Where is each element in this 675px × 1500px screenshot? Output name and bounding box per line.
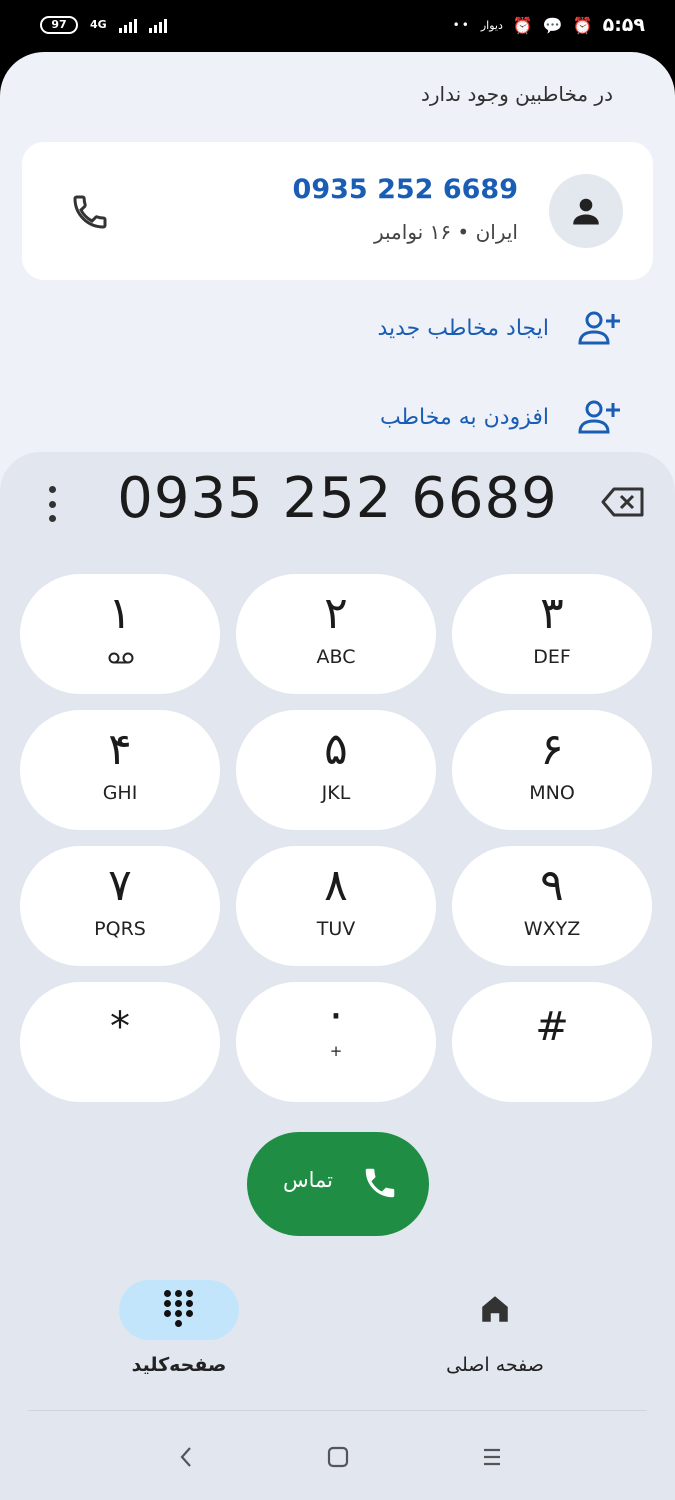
key-hash[interactable]: # <box>452 982 652 1102</box>
status-bar: 97 4G •• دیوار ⏰ 💬 ⏰ ۵:۵۹ <box>0 0 675 52</box>
key-digit: ۳ <box>540 588 564 639</box>
key-digit: ۱ <box>108 588 132 639</box>
person-icon <box>573 198 599 225</box>
call-button[interactable]: تماس <box>247 1132 429 1236</box>
keypad-icon <box>164 1290 194 1330</box>
key-5[interactable]: ۵ JKL <box>236 710 436 830</box>
signal-icon <box>118 17 137 33</box>
app-notification-label: دیوار <box>480 18 503 32</box>
number-result-card[interactable]: 0935 252 6689 ایران • ۱۶ نوامبر <box>22 142 653 280</box>
key-letters: TUV <box>316 918 356 940</box>
phone-icon[interactable] <box>70 192 110 232</box>
home-tab-pill <box>435 1280 555 1340</box>
call-label: تماس <box>282 1168 333 1192</box>
key-8[interactable]: ۸ TUV <box>236 846 436 966</box>
add-person-icon <box>578 311 620 345</box>
key-star[interactable]: * <box>20 982 220 1102</box>
key-digit: ۹ <box>540 860 564 911</box>
keypad-tab-pill <box>119 1280 239 1340</box>
key-9[interactable]: ۹ WXYZ <box>452 846 652 966</box>
tab-keypad-label: صفحه‌کلید <box>131 1354 227 1376</box>
key-digit: ۶ <box>540 724 564 775</box>
backspace-icon[interactable] <box>601 486 645 518</box>
network-type: 4G <box>90 18 107 31</box>
battery-indicator: 97 <box>40 16 78 34</box>
key-digit: ۵ <box>324 724 348 775</box>
key-letters: JKL <box>321 782 351 804</box>
key-4[interactable]: ۴ GHI <box>20 710 220 830</box>
key-0[interactable]: ۰ + <box>236 982 436 1102</box>
signal-icon-2 <box>148 17 167 33</box>
key-2[interactable]: ۲ ABC <box>236 574 436 694</box>
voicemail-icon <box>108 652 134 664</box>
dialed-number[interactable]: 0935 252 6689 <box>0 466 675 531</box>
key-digit: ۸ <box>324 860 348 911</box>
back-icon[interactable] <box>172 1442 202 1472</box>
key-letters: DEF <box>533 646 571 668</box>
result-phone-number: 0935 252 6689 <box>292 174 518 205</box>
key-letters: PQRS <box>94 918 146 940</box>
add-to-contact-label: افزودن به مخاطب <box>379 404 549 430</box>
key-letters: GHI <box>102 782 138 804</box>
key-6[interactable]: ۶ MNO <box>452 710 652 830</box>
keypad-grid: ۱ ۲ ABC ۳ DEF ۴ GHI ۵ JKL ۶ MNO ۷ PQRS ۸… <box>20 574 654 1102</box>
key-letters: MNO <box>529 782 575 804</box>
clock: ۵:۵۹ <box>602 14 645 36</box>
home-button-icon[interactable] <box>323 1442 353 1472</box>
add-to-contact-button[interactable]: افزودن به مخاطب <box>380 387 623 447</box>
avatar <box>549 174 623 248</box>
divider <box>28 1410 647 1411</box>
key-letters: ABC <box>316 646 356 668</box>
phone-icon <box>365 1168 395 1198</box>
dialpad-panel: 0935 252 6689 ۱ ۲ ABC ۳ DEF ۴ GHI ۵ JKL … <box>0 452 675 1500</box>
key-digit: ۴ <box>108 724 132 775</box>
tab-keypad[interactable]: صفحه‌کلید <box>89 1280 269 1376</box>
key-1[interactable]: ۱ <box>20 574 220 694</box>
alarm-icon: ⏰ <box>512 15 533 35</box>
alarm-clock-icon: ⏰ <box>572 15 593 35</box>
key-digit: ۲ <box>324 588 348 639</box>
dialer-sheet: در مخاطبین وجود ندارد 0935 252 6689 ایرا… <box>0 52 675 1500</box>
key-letters: + <box>329 1042 343 1060</box>
home-icon <box>482 1296 508 1322</box>
key-3[interactable]: ۳ DEF <box>452 574 652 694</box>
key-digit: * <box>110 1004 130 1050</box>
add-person-icon <box>578 400 620 434</box>
tab-home[interactable]: صفحه اصلی <box>405 1280 585 1376</box>
notification-dots-icon: •• <box>452 18 471 32</box>
recents-icon[interactable] <box>477 1442 507 1472</box>
key-letters: WXYZ <box>523 918 581 940</box>
no-contacts-text: در مخاطبین وجود ندارد <box>420 82 613 106</box>
tab-home-label: صفحه اصلی <box>446 1354 544 1376</box>
create-contact-label: ایجاد مخاطب جدید <box>377 315 549 341</box>
key-digit: ۰ <box>324 988 348 1039</box>
key-digit: # <box>535 1004 569 1050</box>
chat-icon: 💬 <box>542 15 563 35</box>
key-digit: ۷ <box>108 860 132 911</box>
result-meta: ایران • ۱۶ نوامبر <box>373 220 518 244</box>
create-contact-button[interactable]: ایجاد مخاطب جدید <box>377 298 623 358</box>
key-7[interactable]: ۷ PQRS <box>20 846 220 966</box>
